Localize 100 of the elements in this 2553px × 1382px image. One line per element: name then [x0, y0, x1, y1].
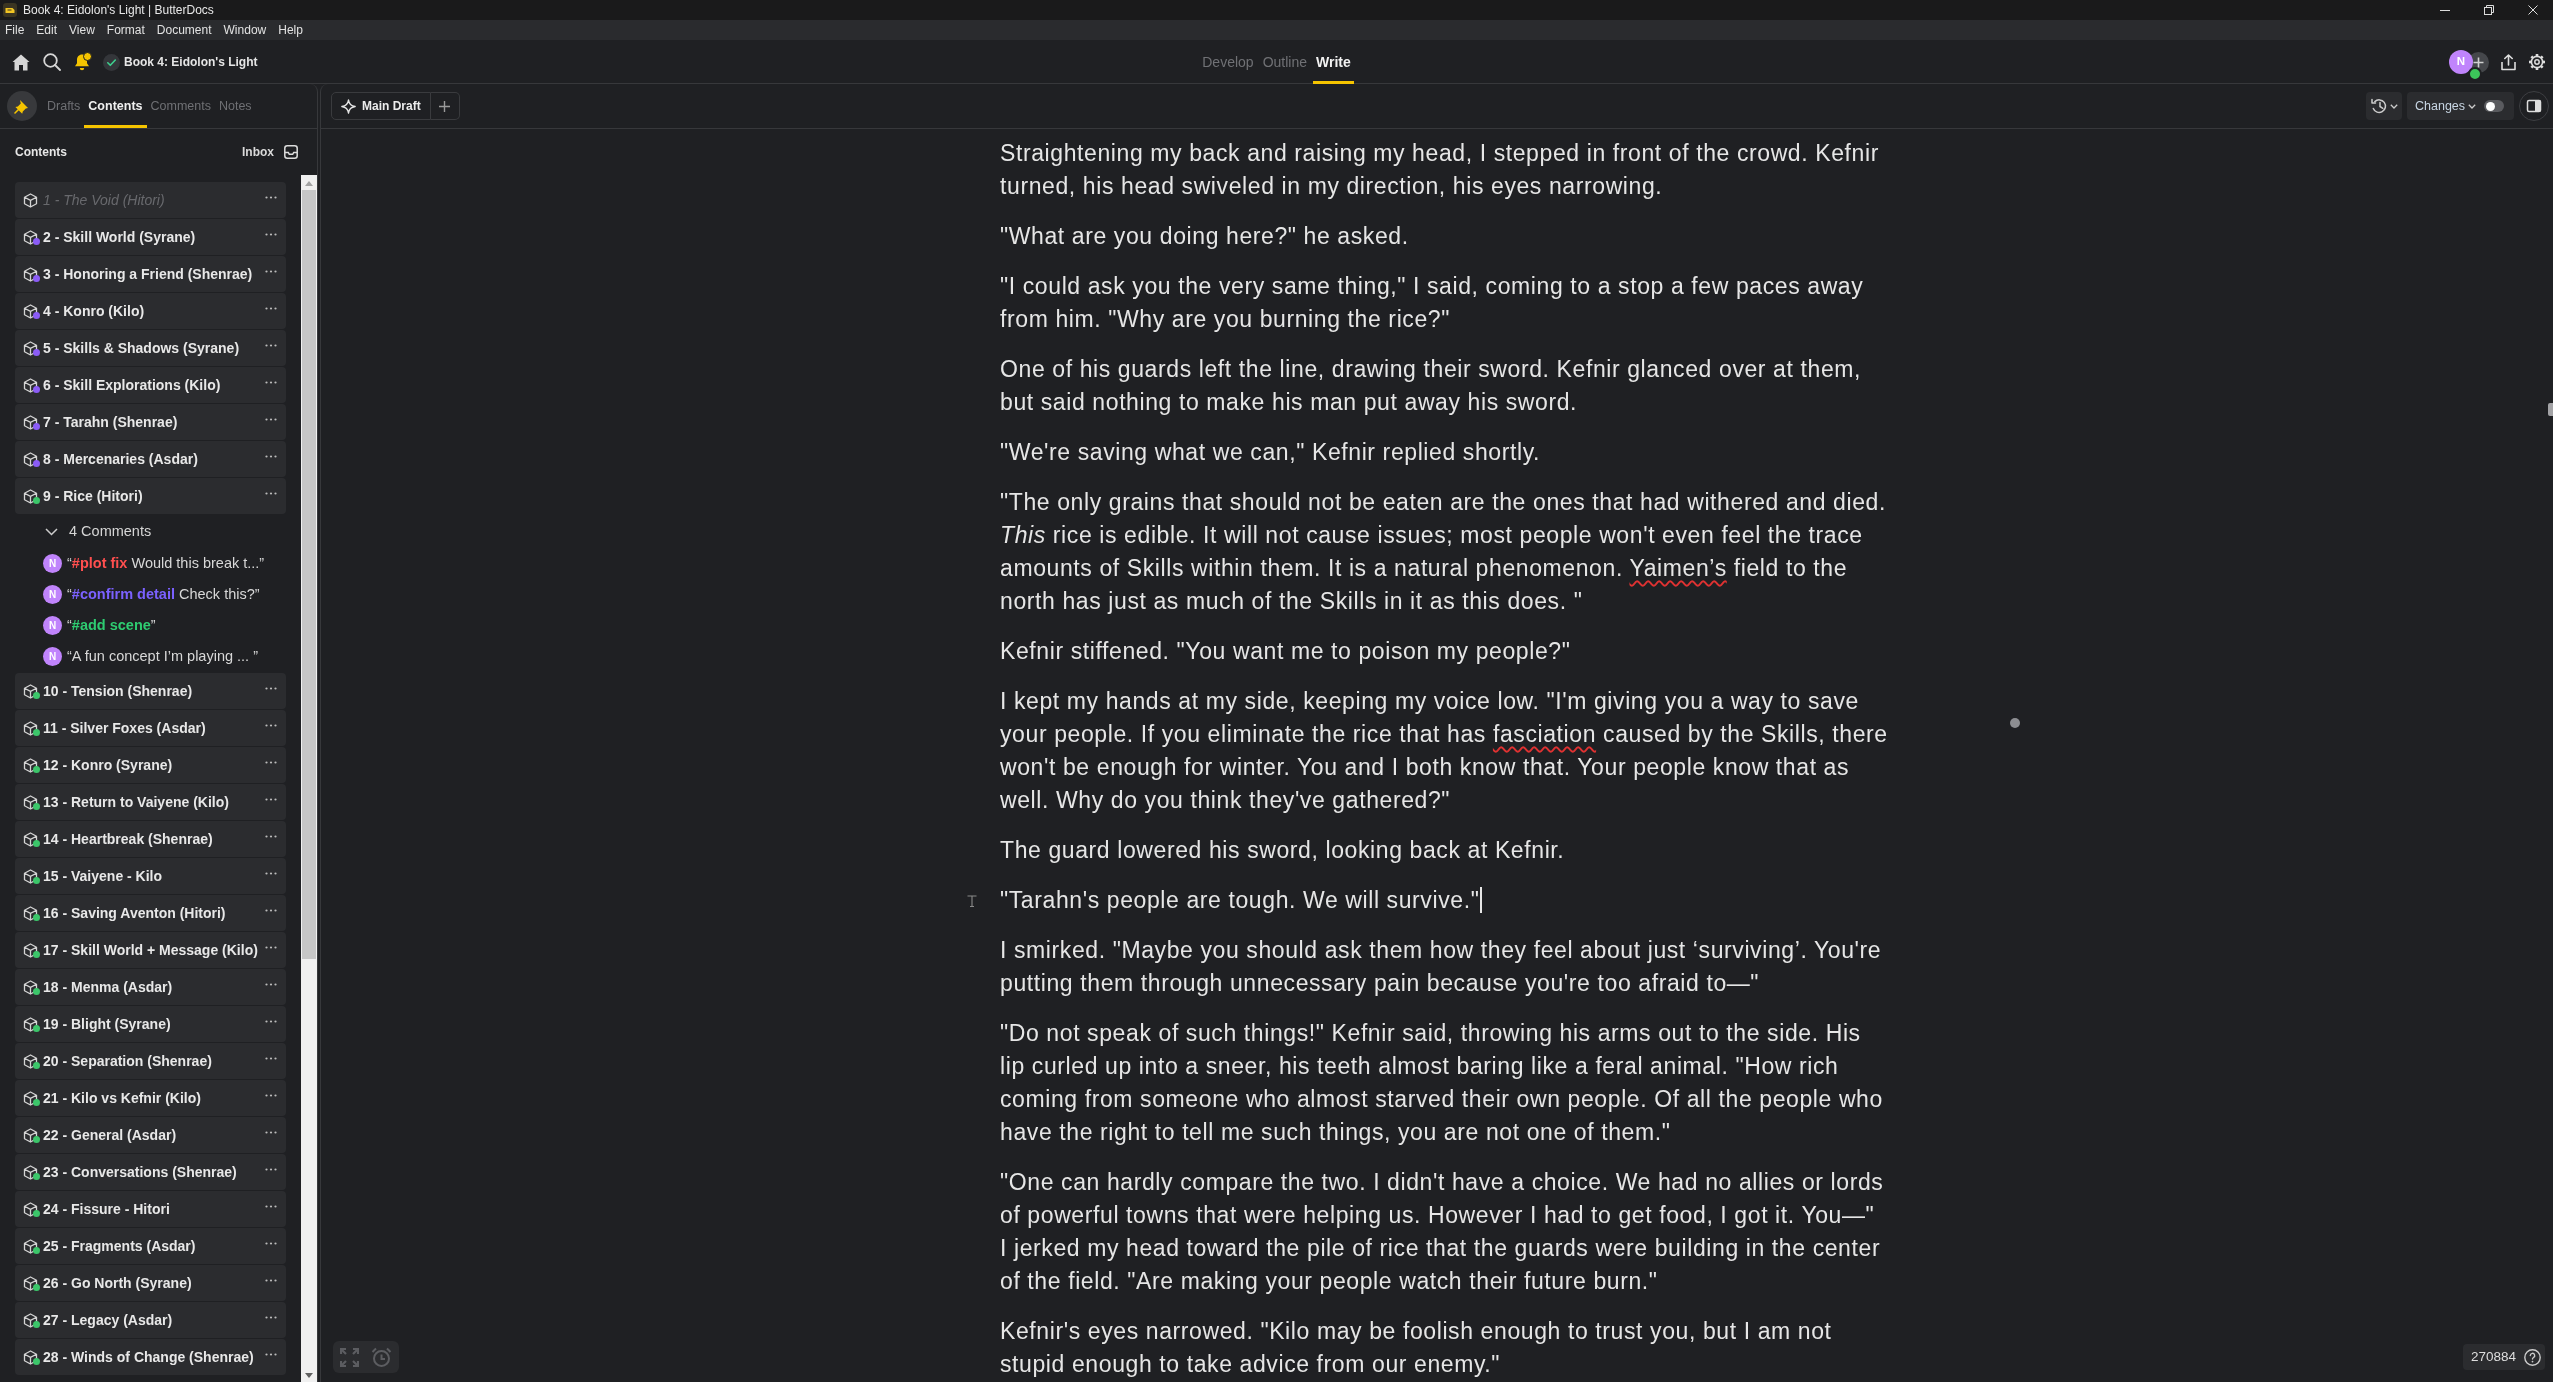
chapter-item[interactable]: 4 - Konro (Kilo) — [15, 293, 286, 329]
chapter-item[interactable]: 27 - Legacy (Asdar) — [15, 1302, 286, 1338]
comment-preview[interactable]: “#plot fix Would this break t...” — [67, 552, 265, 575]
paragraph: "What are you doing here?" he asked. — [1000, 223, 1409, 249]
chapter-item[interactable]: 18 - Menma (Asdar) — [15, 969, 286, 1005]
help-icon[interactable] — [2524, 1348, 2541, 1366]
chapter-item[interactable]: 22 - General (Asdar) — [15, 1117, 286, 1153]
more-icon[interactable] — [265, 1056, 277, 1060]
chapter-item[interactable]: 11 - Silver Foxes (Asdar) — [15, 710, 286, 746]
section-heading: Contents — [15, 144, 67, 161]
chapter-item[interactable]: 12 - Konro (Syrane) — [15, 747, 286, 783]
chapter-item[interactable]: 14 - Heartbreak (Shenrae) — [15, 821, 286, 857]
comment-preview[interactable]: “#add scene” — [67, 614, 156, 637]
chapter-item[interactable]: 8 - Mercenaries (Asdar) — [15, 441, 286, 477]
more-icon[interactable] — [265, 232, 277, 236]
menu-item[interactable]: View — [69, 21, 95, 39]
more-icon[interactable] — [265, 908, 277, 912]
scrollbar[interactable] — [301, 175, 317, 1382]
chapter-item[interactable]: 3 - Honoring a Friend (Shenrae) — [15, 256, 286, 292]
chapter-item[interactable]: 24 - Fissure - Hitori — [15, 1191, 286, 1227]
inbox-button[interactable]: Inbox — [242, 143, 298, 161]
text-style-icon[interactable] — [967, 895, 977, 907]
pointer-dot-icon — [2010, 718, 2020, 728]
plus-icon — [439, 100, 451, 112]
minimize-icon[interactable] — [2440, 9, 2450, 11]
cube-icon — [23, 266, 38, 282]
chapter-item[interactable]: 9 - Rice (Hitori) — [15, 478, 286, 514]
chapter-item[interactable]: 5 - Skills & Shadows (Syrane) — [15, 330, 286, 366]
add-draft-button[interactable] — [430, 92, 460, 120]
chapter-item[interactable]: 13 - Return to Vaiyene (Kilo) — [15, 784, 286, 820]
more-icon[interactable] — [265, 454, 277, 458]
chapter-item[interactable]: 26 - Go North (Syrane) — [15, 1265, 286, 1301]
pin-icon[interactable] — [7, 91, 37, 121]
more-icon[interactable] — [265, 686, 277, 690]
menu-item[interactable]: Document — [156, 21, 212, 39]
more-icon[interactable] — [265, 491, 277, 495]
chapter-item[interactable]: 21 - Kilo vs Kefnir (Kilo) — [15, 1080, 286, 1116]
close-icon[interactable] — [2528, 5, 2538, 15]
more-icon[interactable] — [265, 1093, 277, 1097]
menu-item[interactable]: Help — [278, 21, 303, 39]
chapter-item[interactable]: 10 - Tension (Shenrae) — [15, 673, 286, 709]
edge-handle[interactable] — [2548, 403, 2553, 416]
paragraph: "I could ask you the very same thing," I said, coming to a stop a few paces away from him. "Why are you burning the rice?" — [1000, 273, 1864, 332]
mode-tab[interactable]: Write — [1313, 40, 1354, 84]
menu-item[interactable]: Format — [106, 21, 145, 39]
side-panel-icon[interactable] — [2519, 91, 2549, 121]
chapter-item[interactable]: 25 - Fragments (Asdar) — [15, 1228, 286, 1264]
chapter-item[interactable]: 15 - Vaiyene - Kilo — [15, 858, 286, 894]
chapter-item[interactable]: 17 - Skill World + Message (Kilo) — [15, 932, 286, 968]
search-icon[interactable] — [43, 53, 61, 71]
home-icon[interactable] — [12, 53, 30, 71]
more-icon[interactable] — [265, 1278, 277, 1282]
more-icon[interactable] — [265, 1204, 277, 1208]
chapter-item[interactable]: 7 - Tarahn (Shenrae) — [15, 404, 286, 440]
more-icon[interactable] — [265, 1167, 277, 1171]
more-icon[interactable] — [265, 195, 277, 199]
caret-icon — [2389, 103, 2398, 109]
word-count: 270884 — [2470, 1347, 2516, 1366]
chapter-item[interactable]: 16 - Saving Aventon (Hitori) — [15, 895, 286, 931]
more-icon[interactable] — [265, 945, 277, 949]
menu-item[interactable]: Window — [223, 21, 267, 39]
more-icon[interactable] — [265, 1130, 277, 1134]
sidebar-tab[interactable]: Contents — [84, 84, 147, 128]
chapter-item[interactable]: 20 - Separation (Shenrae) — [15, 1043, 286, 1079]
more-icon[interactable] — [265, 306, 277, 310]
draft-tab[interactable]: Main Draft — [331, 92, 431, 120]
more-icon[interactable] — [265, 1241, 277, 1245]
more-icon[interactable] — [265, 380, 277, 384]
scroll-down-icon[interactable] — [305, 1373, 313, 1378]
chapter-item[interactable]: 23 - Conversations (Shenrae) — [15, 1154, 286, 1190]
menu-item[interactable]: Edit — [36, 21, 58, 39]
more-icon[interactable] — [265, 982, 277, 986]
more-icon[interactable] — [265, 343, 277, 347]
cube-icon — [23, 229, 38, 245]
more-icon[interactable] — [265, 269, 277, 273]
more-icon[interactable] — [265, 760, 277, 764]
more-icon[interactable] — [265, 1352, 277, 1356]
more-icon[interactable] — [265, 797, 277, 801]
comment-preview[interactable]: “A fun concept I’m playing ... ” — [67, 645, 258, 668]
changes-dropdown[interactable]: Changes — [2415, 96, 2477, 116]
more-icon[interactable] — [265, 723, 277, 727]
more-icon[interactable] — [265, 834, 277, 838]
more-icon[interactable] — [265, 417, 277, 421]
chapter-item[interactable]: 28 - Winds of Change (Shenrae) — [15, 1339, 286, 1375]
changes-toggle[interactable] — [2484, 100, 2505, 112]
chapter-item[interactable]: 6 - Skill Explorations (Kilo) — [15, 367, 286, 403]
history-button[interactable] — [2366, 92, 2402, 120]
comments-toggle[interactable]: 4 Comments — [15, 515, 301, 548]
comment-preview[interactable]: “#confirm detail Check this?” — [67, 583, 260, 606]
chapter-item[interactable]: 2 - Skill World (Syrane) — [15, 219, 286, 255]
more-icon[interactable] — [265, 871, 277, 875]
settings-icon[interactable] — [2528, 53, 2546, 71]
more-icon[interactable] — [265, 1019, 277, 1023]
chapter-item[interactable]: 19 - Blight (Syrane) — [15, 1006, 286, 1042]
share-icon[interactable] — [2501, 53, 2516, 71]
more-icon[interactable] — [265, 1315, 277, 1319]
restore-icon[interactable] — [2484, 5, 2494, 15]
menu-item[interactable]: File — [5, 21, 25, 39]
scrollbar-thumb[interactable] — [302, 190, 316, 959]
cube-icon — [23, 303, 38, 319]
